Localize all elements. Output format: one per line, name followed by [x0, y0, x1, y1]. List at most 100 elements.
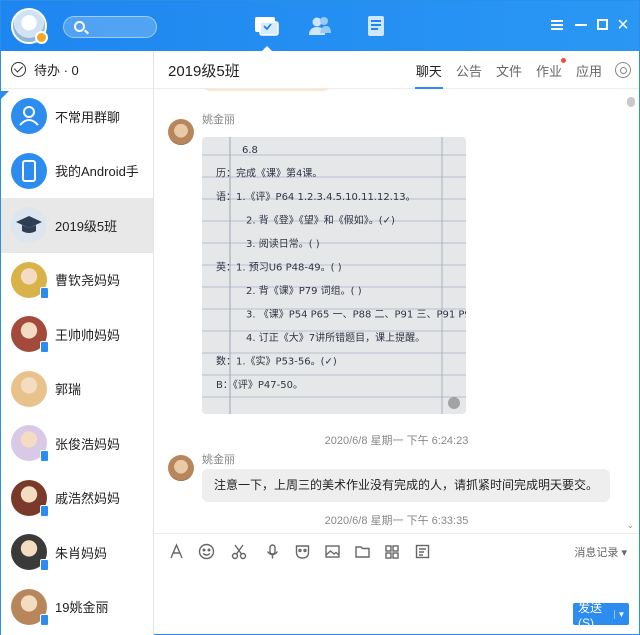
- handwritten-line: 2. 背《登》《望》和《假如》。(✓): [246, 214, 395, 227]
- user-avatar[interactable]: [11, 8, 48, 44]
- contact-item[interactable]: 朱肖妈妈: [1, 525, 153, 580]
- handwritten-line: 6.8: [242, 145, 258, 156]
- chat-tab[interactable]: 作业: [529, 51, 569, 89]
- contact-name: 19姚金丽: [55, 600, 109, 616]
- contact-name: 张俊浩妈妈: [55, 436, 121, 452]
- homework-image: 6.8 历：完成《课》第4课。语：1.《评》P64 1.2.3.4.5.10.11…: [202, 137, 466, 414]
- search-icon: [74, 21, 85, 32]
- minimize-icon[interactable]: [573, 17, 589, 33]
- handwritten-line: 3. 阅读日常。( ): [246, 237, 320, 250]
- message-area[interactable]: 姚金丽 6.8 历：完成《课》第4课。语：1.《评》P64 1.2.3.4.5.1…: [154, 89, 639, 533]
- text-message[interactable]: 注意一下，上周三的美术作业没有完成的人，请抓紧时间完成明天要交。: [202, 469, 611, 502]
- contact-name: 我的Android手: [55, 164, 139, 180]
- mobile-online-icon: [40, 341, 49, 354]
- settings-icon[interactable]: [615, 62, 631, 78]
- previous-message-bubble: [202, 89, 332, 91]
- emoji-icon[interactable]: [196, 542, 216, 562]
- close-icon[interactable]: ×: [615, 15, 631, 35]
- timestamp: 2020/6/8 星期一 下午 6:24:23: [324, 435, 469, 447]
- chat-tab[interactable]: 聊天: [409, 51, 449, 89]
- chat-tabs: 聊天 公告 文件 作业 应用: [409, 51, 609, 89]
- handwritten-line: 3. 《课》P54 P65 一、P88 二、P91 三、P91 P91 一。: [246, 309, 466, 321]
- handwritten-line: 历：完成《课》第4课。: [216, 167, 322, 180]
- send-button[interactable]: 发送(S) ▼: [573, 601, 629, 630]
- contact-avatar: [11, 479, 49, 517]
- mobile-online-icon: [40, 450, 49, 463]
- contact-item[interactable]: 张俊浩妈妈: [1, 416, 153, 471]
- handwritten-line: 语：1.《评》P64 1.2.3.4.5.10.11.12.13。: [216, 191, 416, 203]
- contact-item[interactable]: 不常用群聊: [1, 89, 153, 144]
- nav-tab-contacts[interactable]: [305, 11, 335, 41]
- chat-tab[interactable]: 文件: [489, 51, 529, 89]
- contact-avatar: [11, 261, 49, 299]
- app-icon[interactable]: [382, 542, 402, 562]
- handwritten-line: 英：1. 预习U6 P48-49。( ): [216, 261, 342, 274]
- group-icon: [11, 98, 47, 135]
- mobile-online-icon: [40, 504, 49, 517]
- contact-avatar: [11, 588, 49, 626]
- image-icon[interactable]: [322, 542, 342, 562]
- scissors-icon[interactable]: [226, 542, 252, 562]
- notification-dot: [560, 58, 566, 63]
- sender-avatar[interactable]: [168, 455, 194, 481]
- mobile-online-icon: [40, 559, 49, 572]
- contact-item[interactable]: 曹钦尧妈妈: [1, 253, 153, 308]
- send-button-label: 发送(S): [578, 600, 603, 630]
- title-bar: ×: [1, 1, 639, 51]
- contact-list: 不常用群聊我的Android手 2019级5班曹钦尧妈妈 王帅帅妈妈郭瑞张俊浩妈妈戚…: [1, 89, 153, 634]
- mask-icon[interactable]: [292, 542, 312, 562]
- scroll-up-indicator[interactable]: [627, 97, 635, 107]
- sender-avatar[interactable]: [168, 119, 194, 145]
- contact-item[interactable]: 19姚金丽: [1, 580, 153, 635]
- scroll-down-icon[interactable]: ⌄: [627, 521, 635, 530]
- check-circle-icon: [11, 62, 26, 77]
- chat-bubble-icon: [255, 17, 279, 36]
- contact-item[interactable]: 我的Android手: [1, 144, 153, 199]
- contacts-icon: [309, 17, 331, 35]
- contact-name: 戚浩然妈妈: [55, 491, 121, 507]
- nav-tab-messages[interactable]: [251, 11, 281, 51]
- microphone-icon[interactable]: [262, 542, 282, 562]
- send-options-chevron-icon[interactable]: ▼: [614, 609, 628, 619]
- chat-header: 2019级5班 聊天 公告 文件 作业 应用: [154, 51, 639, 89]
- chat-tab[interactable]: 应用: [569, 51, 609, 89]
- contact-item[interactable]: 戚浩然妈妈: [1, 471, 153, 526]
- maximize-icon[interactable]: [595, 17, 611, 33]
- handwritten-line: 4. 订正《大》7讲所错题目，课上提醒。: [246, 331, 425, 344]
- homework-photo[interactable]: 6.8 历：完成《课》第4课。语：1.《评》P64 1.2.3.4.5.10.11…: [202, 137, 466, 414]
- phone-icon: [11, 152, 47, 189]
- zoom-icon: [448, 397, 460, 409]
- contact-name: 2019级5班: [55, 218, 118, 234]
- handwritten-line: B：《评》P47-50。: [216, 379, 303, 391]
- message-history-link[interactable]: 消息记录 ▾: [574, 544, 627, 560]
- chat-tab-label: 聊天: [415, 64, 442, 79]
- graduation-cap-icon: [11, 207, 47, 244]
- contact-item[interactable]: 2019级5班: [1, 198, 153, 253]
- todo-label: 待办 · 0: [34, 63, 79, 78]
- message-input[interactable]: 发送(S) ▼: [154, 569, 639, 635]
- chat-title: 2019级5班: [168, 63, 240, 80]
- sender-name: 姚金丽: [202, 114, 235, 126]
- contact-name: 不常用群聊: [55, 109, 121, 125]
- contact-avatar: [11, 534, 49, 572]
- contact-avatar: [11, 425, 49, 463]
- folder-icon[interactable]: [352, 542, 372, 562]
- chat-tab[interactable]: 公告: [449, 51, 489, 89]
- nav-tab-files[interactable]: [361, 11, 391, 41]
- input-toolbar: 消息记录 ▾: [154, 533, 639, 569]
- timestamp: 2020/6/8 星期一 下午 6:33:35: [324, 515, 469, 527]
- mobile-online-icon: [40, 613, 49, 626]
- contact-name: 郭瑞: [55, 382, 82, 398]
- todo-item[interactable]: 待办 · 0: [1, 51, 153, 89]
- chat-tab-label: 作业: [535, 64, 562, 79]
- search-box[interactable]: [63, 16, 157, 38]
- handwritten-line: 数：1.《实》P53-56。(✓): [216, 355, 337, 368]
- screenshot-icon[interactable]: [412, 542, 432, 562]
- contact-item[interactable]: 郭瑞: [1, 362, 153, 417]
- font-icon[interactable]: [166, 542, 186, 562]
- contact-item[interactable]: 王帅帅妈妈: [1, 307, 153, 362]
- menu-icon[interactable]: [549, 17, 565, 33]
- sender-name: 姚金丽: [202, 454, 235, 466]
- sidebar: 待办 · 0 不常用群聊我的Android手 2019级5班曹钦尧妈妈 王帅帅妈妈郭…: [1, 51, 154, 635]
- mobile-online-icon: [40, 286, 49, 299]
